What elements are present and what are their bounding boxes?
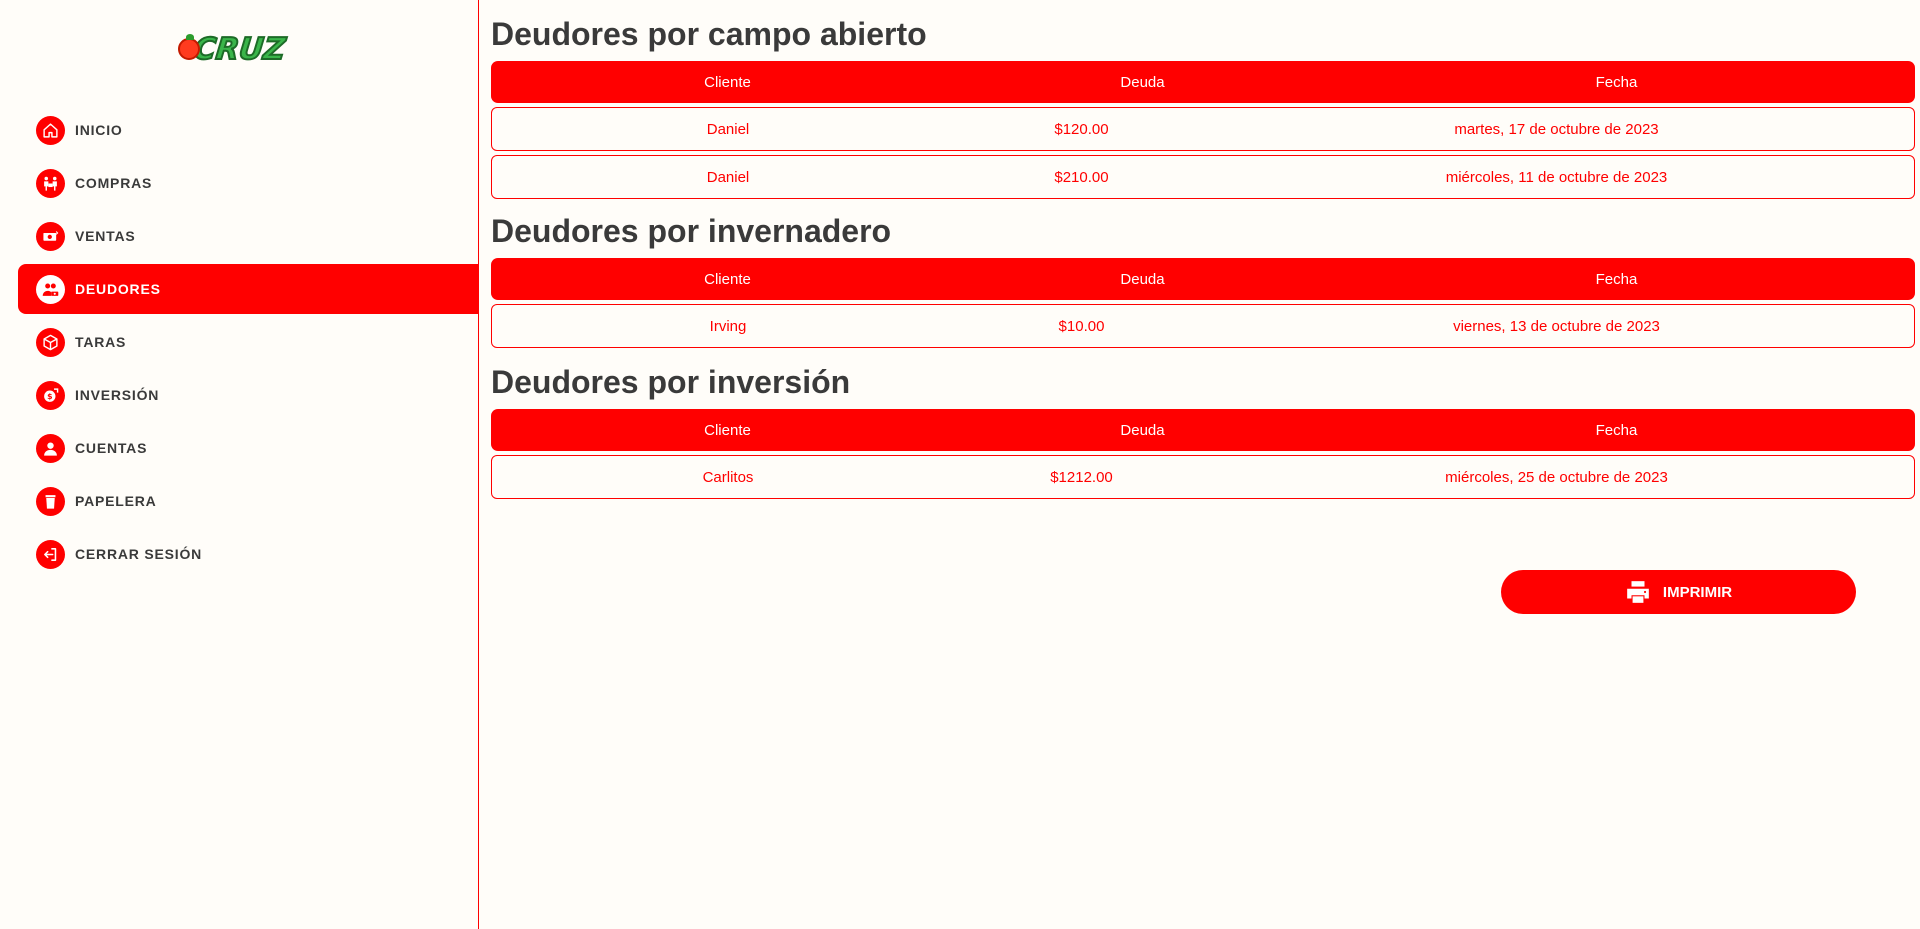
column-header-date: Fecha: [1595, 270, 1638, 288]
people-purchase-icon: [36, 168, 65, 198]
logo-text: CRUZ: [191, 31, 288, 68]
cell-date: miércoles, 25 de octubre de 2023: [1445, 468, 1668, 486]
cell-debt: $1212.00: [1050, 468, 1113, 486]
tomato-icon: [178, 34, 200, 60]
investment-icon: $: [36, 380, 65, 410]
column-header-client: Cliente: [704, 270, 751, 288]
table-row[interactable]: Carlitos $1212.00 miércoles, 25 de octub…: [491, 455, 1915, 499]
section-title: Deudores por campo abierto: [491, 16, 927, 52]
cell-client: Daniel: [706, 120, 750, 138]
printer-icon: [1627, 581, 1649, 603]
logo[interactable]: CRUZ: [178, 28, 298, 70]
logout-icon: [36, 539, 65, 569]
sidebar-item-cerrar-sesion[interactable]: CERRAR SESIÓN: [18, 529, 479, 579]
cell-date: martes, 17 de octubre de 2023: [1454, 120, 1659, 138]
money-icon: [36, 221, 65, 251]
sidebar-item-inicio[interactable]: INICIO: [18, 105, 479, 155]
print-button[interactable]: IMPRIMIR: [1501, 570, 1856, 614]
column-header-debt: Deuda: [1120, 421, 1165, 439]
sidebar-item-label: PAPELERA: [75, 493, 157, 509]
sidebar-item-label: INVERSIÓN: [75, 387, 160, 403]
table-header: Cliente Deuda Fecha: [491, 61, 1915, 103]
sidebar-item-cuentas[interactable]: CUENTAS: [18, 423, 479, 473]
column-header-client: Cliente: [704, 73, 751, 91]
app: CRUZ INICIO COMPRAS VENTAS DEUDORES TARA…: [0, 0, 1920, 929]
section-title: Deudores por invernadero: [491, 213, 892, 249]
sidebar-item-papelera[interactable]: PAPELERA: [18, 476, 479, 526]
sidebar-item-label: VENTAS: [75, 228, 136, 244]
sidebar-item-label: DEUDORES: [75, 281, 161, 297]
sidebar-item-label: CERRAR SESIÓN: [75, 546, 203, 562]
cell-date: miércoles, 11 de octubre de 2023: [1445, 168, 1668, 186]
box-icon: [36, 327, 65, 357]
home-icon: [36, 115, 65, 145]
sidebar: CRUZ INICIO COMPRAS VENTAS DEUDORES TARA…: [0, 0, 479, 929]
sidebar-item-label: TARAS: [75, 334, 127, 350]
cell-debt: $120.00: [1054, 120, 1109, 138]
cell-client: Daniel: [706, 168, 750, 186]
main-content: Deudores por campo abierto Cliente Deuda…: [479, 0, 1920, 929]
table-header: Cliente Deuda Fecha: [491, 258, 1915, 300]
sidebar-item-label: COMPRAS: [75, 175, 153, 191]
table-row[interactable]: Daniel $120.00 martes, 17 de octubre de …: [491, 107, 1915, 151]
cell-client: Irving: [709, 317, 747, 335]
print-button-label: IMPRIMIR: [1662, 583, 1733, 601]
column-header-client: Cliente: [704, 421, 751, 439]
sidebar-nav: INICIO COMPRAS VENTAS DEUDORES TARAS $ I…: [18, 105, 479, 582]
cell-client: Carlitos: [702, 468, 754, 486]
debtors-icon: [36, 274, 65, 304]
cell-date: viernes, 13 de octubre de 2023: [1453, 317, 1660, 335]
sidebar-item-inversion[interactable]: $ INVERSIÓN: [18, 370, 479, 420]
svg-text:$: $: [47, 392, 52, 401]
sidebar-item-taras[interactable]: TARAS: [18, 317, 479, 367]
cell-debt: $210.00: [1054, 168, 1109, 186]
column-header-date: Fecha: [1595, 73, 1638, 91]
column-header-debt: Deuda: [1120, 73, 1165, 91]
table-row[interactable]: Daniel $210.00 miércoles, 11 de octubre …: [491, 155, 1915, 199]
table-row[interactable]: Irving $10.00 viernes, 13 de octubre de …: [491, 304, 1915, 348]
sidebar-item-label: CUENTAS: [75, 440, 148, 456]
sidebar-item-deudores[interactable]: DEUDORES: [18, 264, 479, 314]
trash-icon: [36, 486, 65, 516]
column-header-debt: Deuda: [1120, 270, 1165, 288]
sidebar-item-ventas[interactable]: VENTAS: [18, 211, 479, 261]
sidebar-item-label: INICIO: [75, 122, 123, 138]
table-header: Cliente Deuda Fecha: [491, 409, 1915, 451]
column-header-date: Fecha: [1595, 421, 1638, 439]
section-title: Deudores por inversión: [491, 364, 851, 400]
user-icon: [36, 433, 65, 463]
sidebar-item-compras[interactable]: COMPRAS: [18, 158, 479, 208]
cell-debt: $10.00: [1058, 317, 1105, 335]
